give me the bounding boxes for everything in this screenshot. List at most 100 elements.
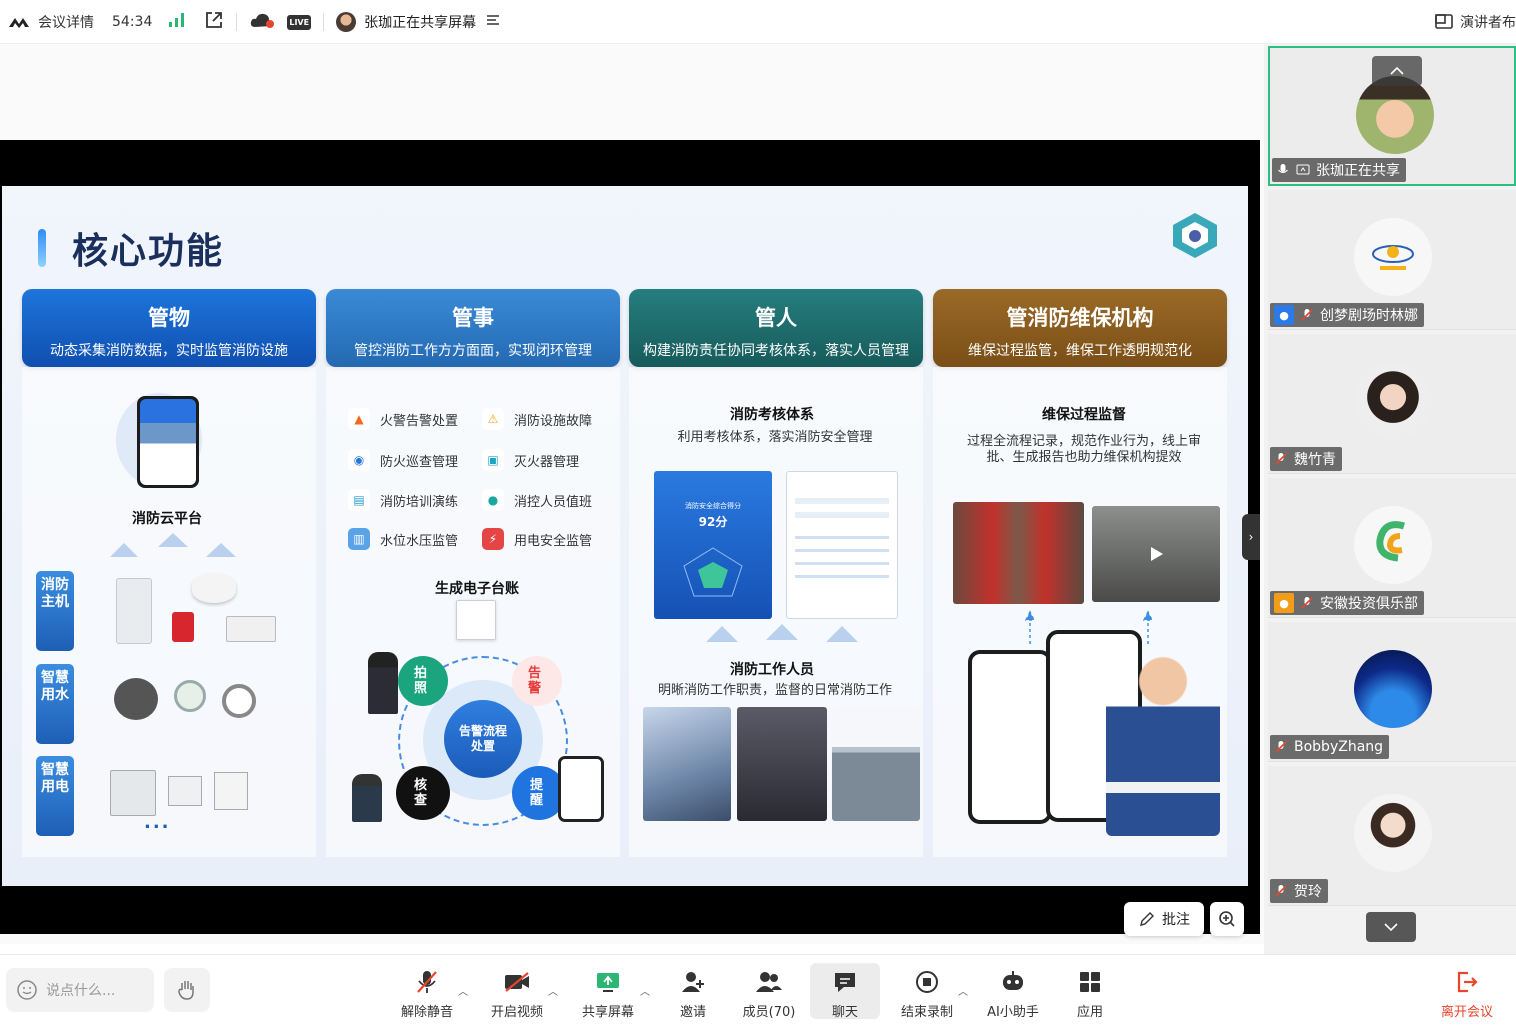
display-device	[226, 616, 276, 642]
item-facility-fault: ⚠ 消防设施故障	[482, 408, 592, 430]
sharing-menu-icon[interactable]	[486, 13, 500, 31]
staff-photo-guard	[832, 707, 920, 821]
radar-chart-icon	[683, 547, 743, 597]
annotate-button[interactable]: 批注	[1124, 902, 1204, 936]
chat-icon	[835, 973, 855, 992]
phone-screen	[137, 396, 199, 488]
participant-nametag: ● 安徽投资俱乐部	[1270, 591, 1424, 615]
item-training: ▤ 消防培训演练	[348, 489, 458, 511]
screen-share-icon	[1296, 164, 1310, 175]
mic-muted-icon	[1275, 453, 1287, 465]
share-options-caret[interactable]: ︿	[640, 983, 650, 998]
sharing-status: 张珈正在共享屏幕	[364, 14, 477, 31]
upload-arrows-icon	[110, 533, 236, 557]
meeting-details-label: 会议详情	[38, 14, 94, 31]
cycle-photo: 拍照	[398, 656, 448, 706]
assess-desc: 利用考核体系，落实消防安全管理	[677, 430, 873, 445]
video-options-caret[interactable]: ︿	[548, 983, 558, 998]
record-options-caret[interactable]: ︿	[958, 983, 968, 998]
mic-muted-icon	[1275, 885, 1287, 897]
column-header-affairs: 管事 管控消防工作方方面面，实现闭环管理	[326, 289, 620, 367]
person-icon: ●	[482, 489, 504, 511]
maintenance-desc: 过程全流程记录，规范作业行为，线上审批、生成报告也助力维保机构提效	[966, 434, 1201, 465]
audio-options-caret[interactable]: ︿	[458, 983, 468, 998]
play-icon[interactable]	[1146, 544, 1166, 564]
members-button[interactable]: 成员(70)	[734, 969, 804, 1020]
stop-recording-button[interactable]: 结束录制	[892, 969, 962, 1020]
share-screen-button[interactable]: 共享屏幕	[573, 969, 643, 1020]
top-bar: 会议详情 54:34 LIVE 张珈正在共享屏幕 演讲者布	[0, 0, 1516, 44]
mic-muted-icon	[1275, 741, 1287, 753]
robot-icon	[1003, 971, 1023, 990]
start-video-button[interactable]: 开启视频	[482, 969, 552, 1020]
avatar	[1356, 76, 1434, 154]
gauge-device	[222, 684, 256, 718]
unmute-button[interactable]: 解除静音	[392, 969, 462, 1020]
staff-photo-inspection	[737, 707, 827, 821]
officer-figure-1	[368, 652, 398, 714]
score-phone-screen: 消防安全综合得分 92分	[654, 471, 772, 619]
emoji-icon[interactable]	[16, 979, 38, 1001]
cloud-record-icon[interactable]	[249, 11, 275, 33]
scroll-down-button[interactable]	[1366, 912, 1416, 942]
avatar	[1354, 650, 1432, 728]
participant-nametag: 张珈正在共享	[1272, 158, 1406, 182]
live-icon[interactable]: LIVE	[287, 13, 312, 30]
assess-title: 消防考核体系	[730, 407, 814, 423]
presentation-slide: 核心功能 管物 动态采集消防数据，实时监管消防设施 管事 管控消防工作方方面面，…	[2, 186, 1248, 886]
collapse-up-button[interactable]	[1372, 56, 1422, 86]
chat-quick-input[interactable]: 说点什么...	[6, 968, 154, 1012]
participant-tile-3[interactable]: ● 安徽投资俱乐部	[1268, 478, 1516, 618]
apps-button[interactable]: 应用	[1055, 969, 1125, 1020]
share-screen-icon	[597, 973, 619, 992]
participant-tile-2[interactable]: 魏竹青	[1268, 334, 1516, 474]
zoom-button[interactable]	[1210, 902, 1244, 936]
power-icon: ⚡	[482, 528, 504, 550]
invite-button[interactable]: 邀请	[658, 969, 728, 1020]
panel-collapse-handle[interactable]: ›	[1242, 514, 1260, 560]
participant-tile-4[interactable]: BobbyZhang	[1268, 622, 1516, 762]
chat-button[interactable]: 聊天	[810, 963, 880, 1020]
title-accent-bar	[38, 229, 46, 267]
user-badge-icon: ●	[1274, 593, 1294, 613]
item-power-safety: ⚡ 用电安全监管	[482, 528, 592, 550]
participant-tile-1[interactable]: ● 创梦剧场时林娜	[1268, 190, 1516, 330]
smoke-detector-device	[192, 573, 236, 603]
participant-nametag: 贺玲	[1270, 879, 1328, 903]
switch-device	[214, 772, 248, 810]
chart-icon: ▥	[348, 528, 370, 550]
hand-icon	[178, 981, 194, 1000]
signal-icon[interactable]	[168, 12, 186, 32]
ledger-doc-icon	[456, 600, 496, 640]
ai-assistant-button[interactable]: AI小助手	[978, 969, 1048, 1020]
pressure-gauge-device	[174, 680, 206, 712]
participant-nametag: 魏竹青	[1270, 447, 1342, 471]
mic-icon	[1278, 164, 1288, 173]
layout-icon	[1435, 13, 1453, 29]
apps-grid-icon	[1080, 972, 1100, 992]
members-icon	[756, 972, 782, 992]
officer-figure-2	[352, 774, 382, 822]
popout-icon[interactable]	[204, 10, 224, 34]
warning-icon: ⚠	[482, 408, 504, 430]
maintenance-video[interactable]	[1092, 506, 1220, 602]
meeting-timer: 54:34	[112, 13, 153, 30]
raise-hand-button[interactable]	[164, 968, 210, 1012]
sharer-avatar	[336, 11, 357, 32]
item-water-pressure: ▥ 水位水压监管	[348, 528, 458, 550]
cycle-center: 告警流程处置	[444, 700, 522, 778]
add-user-icon	[682, 972, 704, 992]
maintenance-phone-1	[968, 650, 1052, 824]
flame-icon: ▲	[348, 408, 370, 430]
meeting-details-button[interactable]: 会议详情	[8, 12, 94, 32]
item-fire-alarm: ▲ 火警告警处置	[348, 408, 458, 430]
leave-meeting-button[interactable]: 离开会议	[1432, 969, 1502, 1020]
zoom-in-icon	[1219, 911, 1235, 927]
share-stage: 核心功能 管物 动态采集消防数据，实时监管消防设施 管事 管控消防工作方方面面，…	[0, 44, 1264, 944]
presenter-layout-button[interactable]: 演讲者布	[1434, 12, 1516, 32]
item-extinguisher: ▣ 灭火器管理	[482, 449, 579, 471]
org-logo-icon	[1372, 245, 1414, 270]
chevron-down-icon	[1384, 923, 1398, 932]
participant-tile-0[interactable]: 张珈正在共享	[1268, 46, 1516, 186]
participant-tile-5[interactable]: 贺玲	[1268, 766, 1516, 906]
